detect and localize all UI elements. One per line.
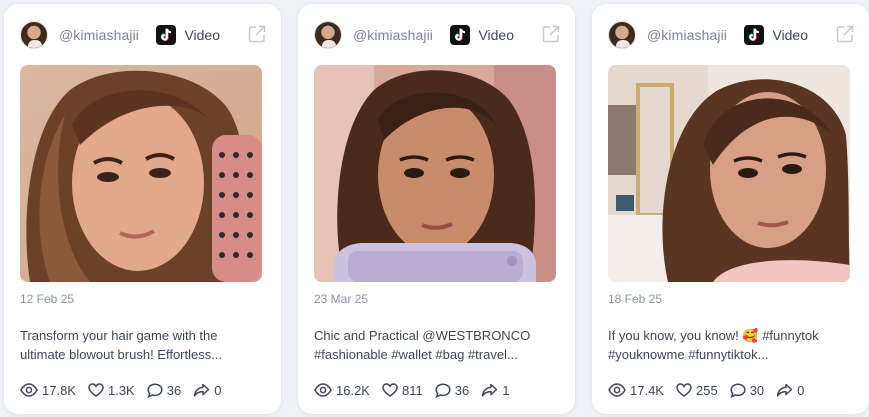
platform-label: Video [744,24,808,46]
comments-count: 36 [454,382,470,398]
post-card[interactable]: @kimiashajii Video [592,4,869,414]
caption-line: #youknowme #funnytiktok... [608,347,769,362]
heart-icon [88,383,104,397]
comments-stat: 30 [730,383,764,398]
post-header: @kimiashajii Video [608,20,855,50]
shares-count: 0 [214,382,222,398]
likes-stat: 255 [676,383,718,398]
views-count: 16.2K [336,382,370,398]
comments-stat: 36 [147,383,181,398]
external-link-icon[interactable] [541,24,561,44]
share-icon [776,383,793,397]
post-type: Video [478,27,514,43]
post-caption[interactable]: Transform your hair game with the ultima… [20,326,270,364]
likes-stat: 811 [382,383,423,398]
post-caption[interactable]: Chic and Practical @WESTBRONCO #fashiona… [314,326,564,364]
video-thumbnail[interactable] [20,65,262,282]
post-type: Video [772,27,808,43]
post-header: @kimiashajii Video [314,20,561,50]
post-date: 18 Feb 25 [608,292,663,306]
comments-count: 30 [749,382,765,398]
likes-count: 1.3K [107,382,135,398]
eye-icon [314,383,332,397]
shares-stat: 0 [193,383,221,398]
video-thumbnail[interactable] [608,65,850,282]
tiktok-icon [744,25,765,45]
avatar[interactable] [20,21,48,49]
external-link-icon[interactable] [247,24,267,44]
views-count: 17.8K [42,382,76,398]
tiktok-icon [156,25,177,45]
caption-line: Chic and Practical @WESTBRONCO [314,328,531,343]
likes-stat: 1.3K [88,383,135,398]
post-stats: 17.4K 255 30 0 [608,381,816,399]
creator-handle[interactable]: @kimiashajii [647,27,727,43]
post-date: 12 Feb 25 [20,292,75,306]
post-card[interactable]: @kimiashajii Video [4,4,281,414]
post-header: @kimiashajii Video [20,20,267,50]
eye-icon [20,383,38,397]
comment-icon [435,382,451,398]
post-stats: 17.8K 1.3K 36 0 [20,381,233,399]
creator-handle[interactable]: @kimiashajii [59,27,139,43]
shares-count: 1 [502,382,510,398]
comments-count: 36 [166,382,182,398]
eye-icon [608,383,626,397]
video-thumbnail[interactable] [314,65,556,282]
post-date: 23 Mar 25 [314,292,369,306]
share-icon [193,383,210,397]
post-stats: 16.2K 811 36 1 [314,381,521,399]
caption-line: ultimate blowout brush! Effortless... [20,347,223,362]
views-stat: 16.2K [314,383,370,398]
likes-count: 811 [401,382,423,398]
comment-icon [147,382,163,398]
views-stat: 17.8K [20,383,76,398]
views-count: 17.4K [630,382,664,398]
shares-count: 0 [797,382,805,398]
views-stat: 17.4K [608,383,664,398]
share-icon [481,383,498,397]
caption-line: #fashionable #wallet #bag #travel... [314,347,518,362]
comment-icon [730,382,746,398]
post-caption[interactable]: If you know, you know! 🥰 #funnytok #youk… [608,326,858,364]
tiktok-icon [450,25,471,45]
shares-stat: 1 [481,383,509,398]
avatar[interactable] [608,21,636,49]
heart-icon [676,383,692,397]
post-type: Video [184,27,220,43]
caption-line: Transform your hair game with the [20,328,218,343]
platform-label: Video [156,24,220,46]
comments-stat: 36 [435,383,469,398]
caption-line: If you know, you know! 🥰 #funnytok [608,328,819,343]
likes-count: 255 [695,382,718,398]
external-link-icon[interactable] [835,24,855,44]
shares-stat: 0 [776,383,804,398]
heart-icon [382,383,398,397]
creator-handle[interactable]: @kimiashajii [353,27,433,43]
post-card[interactable]: @kimiashajii Video [298,4,575,414]
platform-label: Video [450,24,514,46]
avatar[interactable] [314,21,342,49]
